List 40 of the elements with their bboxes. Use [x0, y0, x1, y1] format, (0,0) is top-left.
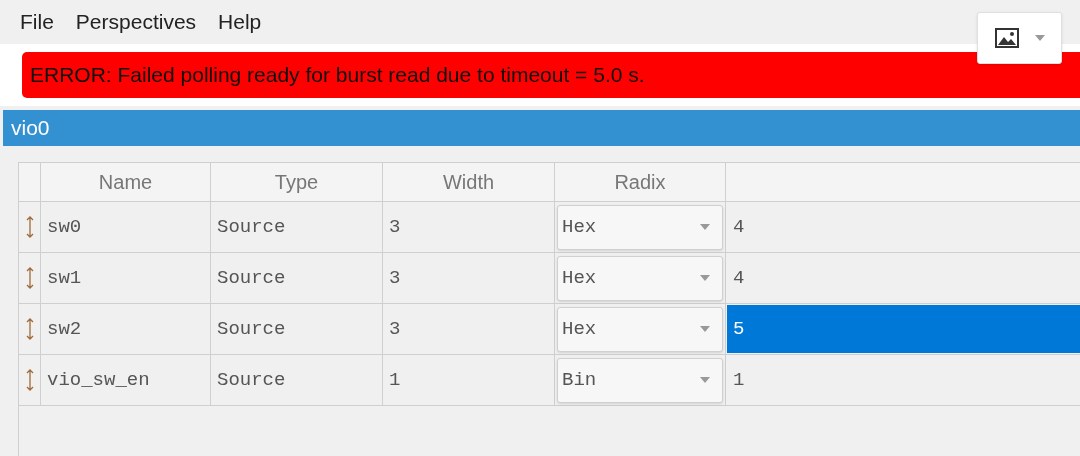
radix-dropdown[interactable]: Hex — [557, 204, 723, 250]
column-header[interactable]: Width — [383, 163, 555, 202]
table-cell: sw1 — [41, 253, 211, 304]
table-cell: 3 — [383, 304, 555, 355]
table-cell: Source — [211, 202, 383, 253]
table-cell: Source — [211, 304, 383, 355]
table-cell: vio_sw_en — [41, 355, 211, 406]
menu-item[interactable]: File — [20, 6, 54, 38]
table-cell: sw2 — [41, 304, 211, 355]
caret-icon — [700, 275, 710, 281]
radix-dropdown[interactable]: Hex — [557, 306, 723, 352]
table-cell: 1 — [383, 355, 555, 406]
table-cell: Source — [211, 355, 383, 406]
value-cell[interactable]: 5 — [727, 305, 1080, 353]
caret-icon — [1034, 35, 1045, 41]
value-cell[interactable]: 4 — [727, 203, 1080, 251]
table-cell: Source — [211, 253, 383, 304]
column-header[interactable]: Type — [211, 163, 383, 202]
value-cell[interactable]: 4 — [727, 254, 1080, 302]
table-cell: 3 — [383, 253, 555, 304]
move-handle-icon[interactable] — [25, 317, 34, 341]
caret-icon — [700, 326, 710, 332]
menu-item[interactable]: Perspectives — [75, 6, 197, 38]
image-menu-button[interactable] — [977, 12, 1062, 64]
move-handle-icon[interactable] — [25, 368, 34, 392]
column-header[interactable]: Radix — [555, 163, 726, 202]
column-header[interactable]: Name — [41, 163, 211, 202]
image-icon — [994, 28, 1019, 48]
menu-item[interactable]: Help — [218, 6, 262, 38]
move-handle-icon[interactable] — [25, 215, 34, 239]
radix-dropdown[interactable]: Hex — [557, 255, 723, 301]
caret-icon — [700, 224, 710, 230]
panel-title-bar: vio0 — [3, 110, 1080, 146]
table-cell: 3 — [383, 202, 555, 253]
table-cell: sw0 — [41, 202, 211, 253]
radix-dropdown[interactable]: Bin — [557, 357, 723, 403]
caret-icon — [700, 377, 710, 383]
value-cell[interactable]: 1 — [727, 356, 1080, 404]
error-banner: ERROR: Failed polling ready for burst read due to timeout = 5.0 s. — [22, 52, 1080, 98]
move-handle-icon[interactable] — [25, 266, 34, 290]
